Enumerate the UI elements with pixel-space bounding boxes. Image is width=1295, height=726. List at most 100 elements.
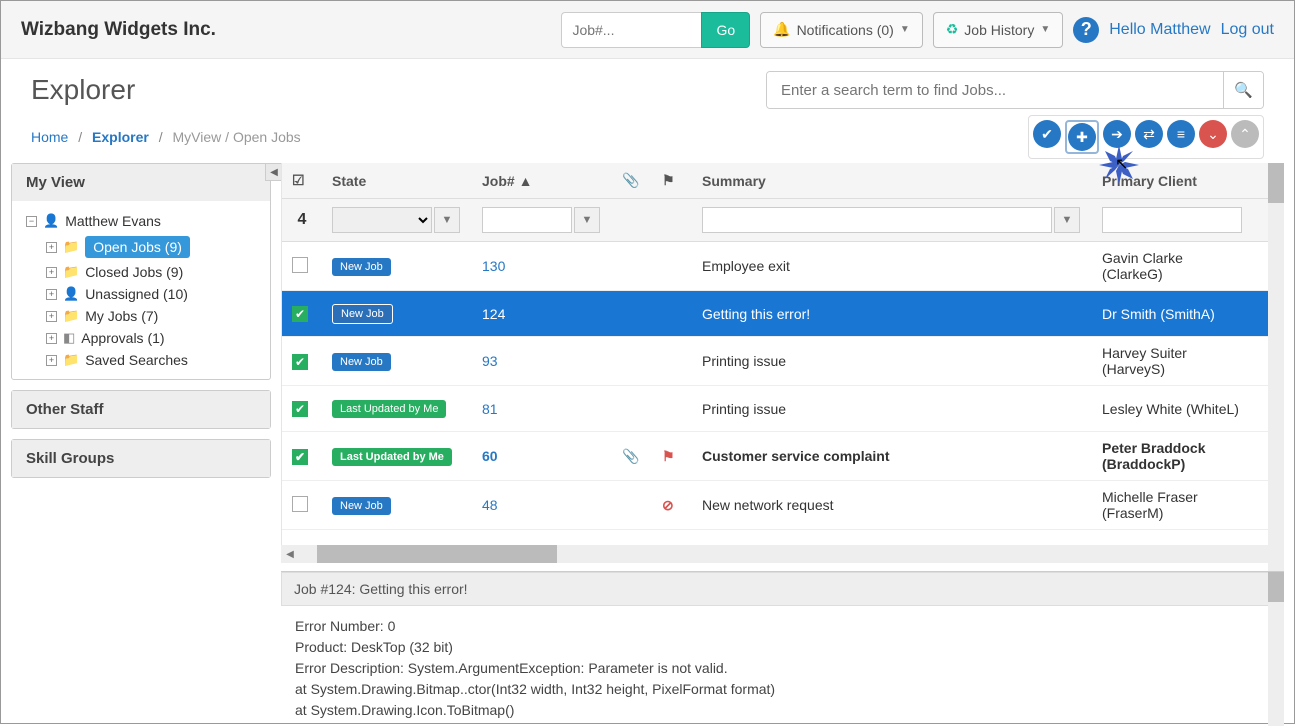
breadcrumb-home[interactable]: Home [31, 129, 68, 145]
expand-icon[interactable]: + [46, 242, 57, 253]
job-link[interactable]: 48 [482, 497, 498, 513]
row-checkbox[interactable]: ✔ [292, 401, 308, 417]
row-client: Peter Braddock (BraddockP) [1092, 432, 1252, 480]
sidebar-item-label: Saved Searches [85, 352, 188, 368]
action-add-wrap: ✚ [1065, 120, 1099, 154]
error-icon: ⊘ [662, 497, 674, 513]
detail-line: at System.Drawing.Bitmap..ctor(Int32 wid… [295, 679, 1270, 700]
job-link[interactable]: 81 [482, 401, 498, 417]
sidebar-item[interactable]: +📁My Jobs (7) [18, 305, 264, 327]
job-link[interactable]: 124 [482, 306, 505, 322]
detail-line: at System.Drawing.Icon.ToBitmap() [295, 700, 1270, 721]
content: ☑ State Job# ▲ 📎 ⚑ Summary Primary Clien… [281, 163, 1294, 726]
collapse-icon[interactable]: − [26, 216, 37, 227]
action-forward-button[interactable]: ➔ [1103, 120, 1131, 148]
sidebar-item[interactable]: + 📁 Open Jobs (9) [18, 233, 264, 261]
explorer-search-input[interactable] [767, 72, 1223, 108]
expand-icon[interactable]: + [46, 267, 57, 278]
table-row[interactable]: ✔New Job124Getting this error!Dr Smith (… [282, 291, 1284, 337]
action-up-button[interactable]: ⌃ [1231, 120, 1259, 148]
explorer-search: 🔍 [766, 71, 1264, 109]
go-button[interactable]: Go [701, 12, 750, 48]
action-down-button[interactable]: ⌄ [1199, 120, 1227, 148]
sort-asc-icon: ▲ [519, 173, 533, 189]
sidebar: ◀ My View − 👤 Matthew Evans +📁Open Jobs … [1, 163, 281, 726]
detail-line: Product: DeskTop (32 bit) [295, 637, 1270, 658]
job-link[interactable]: 93 [482, 353, 498, 369]
sidebar-item[interactable]: +📁Closed Jobs (9) [18, 261, 264, 283]
sidebar-item[interactable]: +◧Approvals (1) [18, 327, 264, 349]
detail-scrollbar[interactable] [1268, 572, 1284, 726]
sidebar-item-label: Open Jobs (9) [85, 236, 190, 258]
jobs-table: ☑ State Job# ▲ 📎 ⚑ Summary Primary Clien… [281, 163, 1284, 545]
table-row[interactable]: ✔Last Updated by Me60📎⚑Customer service … [282, 432, 1284, 481]
summary-filter-button[interactable]: ▼ [1054, 207, 1080, 233]
detail-line: Error Description: System.ArgumentExcept… [295, 658, 1270, 679]
table-row[interactable]: ✔New Job93Printing issueHarvey Suiter (H… [282, 337, 1284, 386]
notifications-button[interactable]: 🔔 Notifications (0) ▼ [760, 12, 923, 48]
detail-title: Job #124: Getting this error! [281, 572, 1284, 606]
job-link[interactable]: 60 [482, 448, 498, 464]
row-checkbox[interactable] [292, 257, 308, 273]
job-filter-button[interactable]: ▼ [574, 207, 600, 233]
client-filter-input[interactable] [1102, 207, 1242, 233]
expand-icon[interactable]: + [46, 355, 57, 366]
expand-icon[interactable]: + [46, 311, 57, 322]
expand-icon[interactable]: + [46, 289, 57, 300]
person-icon: 👤 [63, 286, 79, 302]
job-filter-input[interactable] [482, 207, 572, 233]
job-history-button[interactable]: ♻ Job History ▼ [933, 12, 1064, 48]
state-filter-select[interactable] [332, 207, 432, 233]
row-checkbox[interactable] [292, 496, 308, 512]
notifications-label: Notifications (0) [797, 22, 894, 38]
col-client[interactable]: Primary Client [1092, 165, 1252, 197]
bell-icon: 🔔 [773, 21, 790, 38]
hello-user-link[interactable]: Hello Matthew [1109, 21, 1210, 39]
col-state[interactable]: State [322, 165, 472, 197]
table-row[interactable]: New Job130Employee exitGavin Clarke (Cla… [282, 242, 1284, 291]
skill-groups-header: Skill Groups [12, 440, 270, 477]
page-title: Explorer [31, 74, 135, 106]
sidebar-item-label: My Jobs (7) [85, 308, 158, 324]
breadcrumb-explorer[interactable]: Explorer [92, 129, 149, 145]
search-button[interactable]: 🔍 [1223, 72, 1263, 108]
action-list-button[interactable]: ≡ [1167, 120, 1195, 148]
sidebar-item[interactable]: +👤Unassigned (10) [18, 283, 264, 305]
horizontal-scrollbar[interactable]: ◀ ▶ [281, 545, 1284, 563]
table-row[interactable]: ✔Last Updated by Me81Printing issueLesle… [282, 386, 1284, 432]
col-flag[interactable]: ⚑ [652, 164, 692, 197]
recycle-icon: ♻ [946, 21, 959, 38]
detail-panel: Job #124: Getting this error! Error Numb… [281, 571, 1284, 726]
action-check-button[interactable]: ✔ [1033, 120, 1061, 148]
col-summary[interactable]: Summary [692, 165, 1092, 197]
logout-link[interactable]: Log out [1221, 21, 1274, 39]
row-summary: Customer service complaint [692, 440, 1092, 472]
row-summary: Printing issue [692, 393, 1092, 425]
filter-count: 4 [282, 203, 322, 237]
col-job[interactable]: Job# ▲ [472, 165, 612, 197]
col-attach[interactable]: 📎 [612, 164, 652, 197]
sidebar-item[interactable]: +📁Saved Searches [18, 349, 264, 371]
help-icon[interactable]: ? [1073, 17, 1099, 43]
expand-icon[interactable]: + [46, 333, 57, 344]
table-row[interactable]: New Job48⊘New network requestMichelle Fr… [282, 481, 1284, 530]
row-checkbox[interactable]: ✔ [292, 354, 308, 370]
action-swap-button[interactable]: ⇄ [1135, 120, 1163, 148]
col-check[interactable]: ☑ [282, 164, 322, 197]
row-checkbox[interactable]: ✔ [292, 449, 308, 465]
tree-root[interactable]: − 👤 Matthew Evans [18, 209, 264, 233]
job-link[interactable]: 130 [482, 258, 505, 274]
other-staff-section[interactable]: Other Staff [11, 390, 271, 429]
row-client: Dr Smith (SmithA) [1092, 298, 1252, 330]
detail-line: Error Number: 0 [295, 616, 1270, 637]
folder-icon: 📁 [63, 239, 79, 255]
job-search-input[interactable] [561, 12, 701, 48]
row-checkbox[interactable]: ✔ [292, 306, 308, 322]
state-filter-button[interactable]: ▼ [434, 207, 460, 233]
skill-groups-section[interactable]: Skill Groups [11, 439, 271, 478]
summary-filter-input[interactable] [702, 207, 1052, 233]
paperclip-icon: 📎 [622, 172, 639, 188]
action-add-button[interactable]: ✚ [1068, 123, 1096, 151]
myview-header[interactable]: My View [12, 164, 270, 201]
other-staff-header: Other Staff [12, 391, 270, 428]
